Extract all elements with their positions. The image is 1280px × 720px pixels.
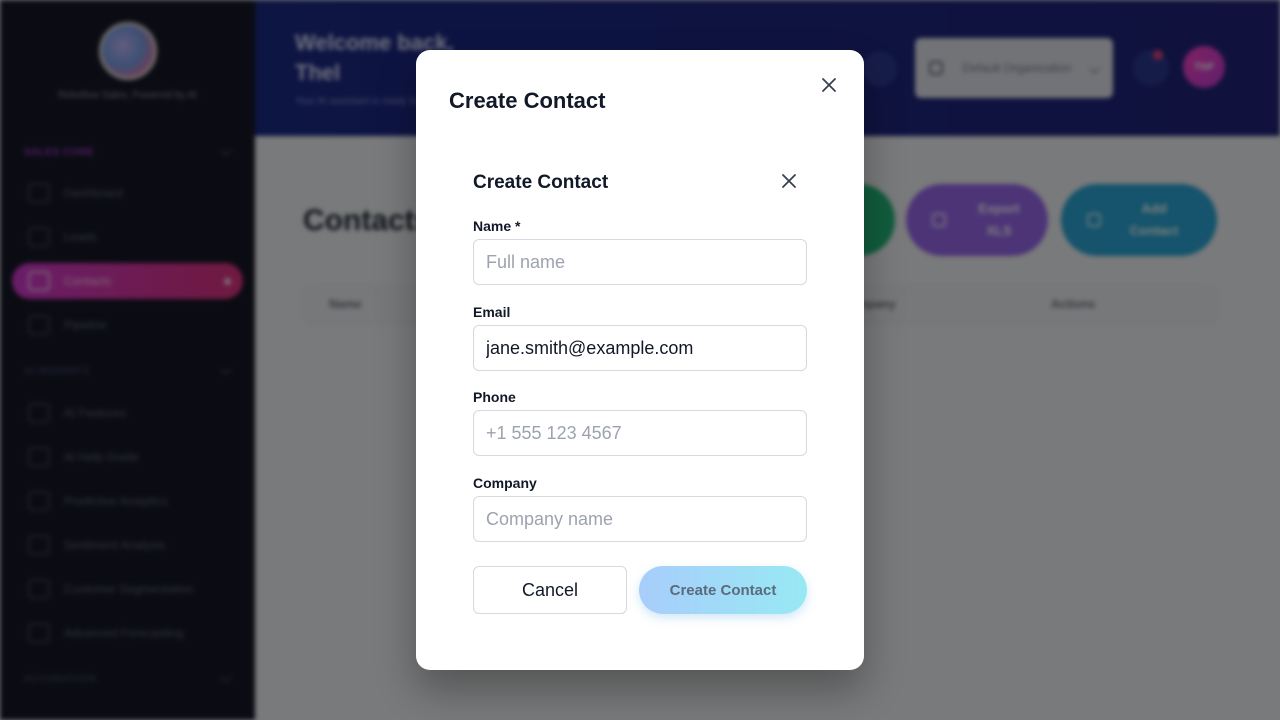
name-field[interactable] xyxy=(473,239,807,285)
dialog-title: Create Contact xyxy=(449,88,606,113)
create-contact-button[interactable]: Create Contact xyxy=(639,566,807,614)
close-form-button[interactable] xyxy=(777,169,801,193)
close-icon xyxy=(822,78,836,92)
phone-label: Phone xyxy=(473,389,516,405)
cancel-button[interactable]: Cancel xyxy=(473,566,627,614)
phone-field[interactable] xyxy=(473,410,807,456)
email-field[interactable] xyxy=(473,325,807,371)
company-field[interactable] xyxy=(473,496,807,542)
close-icon xyxy=(782,174,796,188)
company-label: Company xyxy=(473,475,537,491)
create-contact-dialog: Create Contact Create Contact Name * Ema… xyxy=(416,50,864,670)
close-dialog-button[interactable] xyxy=(817,73,841,97)
email-label: Email xyxy=(473,304,511,320)
name-label: Name * xyxy=(473,218,521,234)
form-title: Create Contact xyxy=(473,172,609,193)
